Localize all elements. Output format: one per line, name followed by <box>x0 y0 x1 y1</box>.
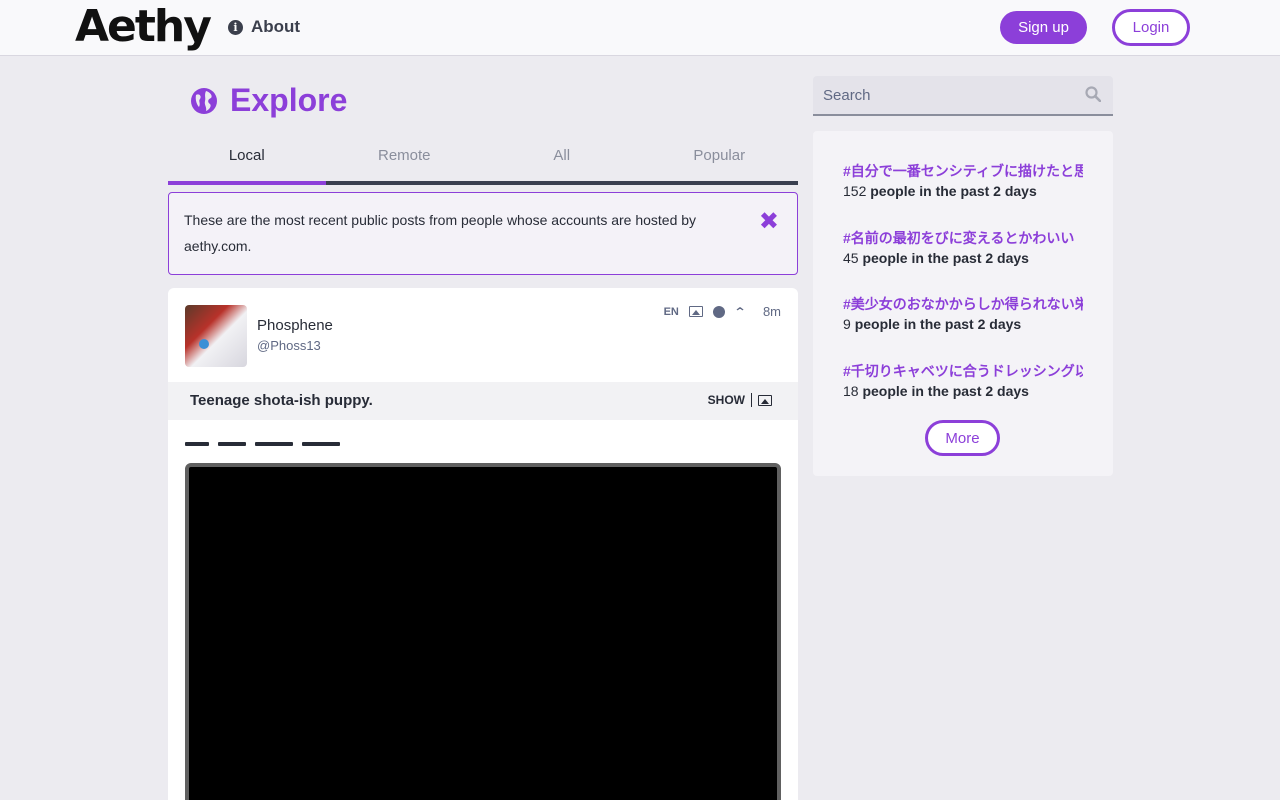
trend-hashtag[interactable]: #自分で一番センシティブに描けたと思う <box>843 161 1083 181</box>
tab-all[interactable]: All <box>483 135 641 181</box>
page-title: Explore <box>230 82 348 118</box>
trend-item: #名前の最初をびに変えるとかわいい 45 people in the past … <box>843 228 1083 266</box>
more-button[interactable]: More <box>925 420 1000 456</box>
about-label: About <box>251 17 301 36</box>
globe-icon <box>191 87 217 114</box>
placeholder-bar <box>185 442 209 446</box>
trend-hashtag[interactable]: #千切りキャベツに合うドレッシング以外 <box>843 361 1083 381</box>
site-logo[interactable]: Aethy <box>75 3 212 51</box>
content-warning-text: Teenage shota-ish puppy. <box>190 392 373 409</box>
trend-count: 9 people in the past 2 days <box>843 316 1083 332</box>
placeholder-bar <box>255 442 293 446</box>
trend-count-number: 152 <box>843 183 867 199</box>
trend-count: 152 people in the past 2 days <box>843 183 1083 199</box>
trend-item: #自分で一番センシティブに描けたと思う 152 people in the pa… <box>843 161 1083 199</box>
image-icon <box>688 306 703 317</box>
info-icon: i <box>228 19 243 35</box>
image-icon <box>758 394 772 406</box>
trend-hashtag[interactable]: #名前の最初をびに変えるとかわいい <box>843 228 1083 248</box>
trend-count-number: 45 <box>843 250 859 266</box>
show-more-button[interactable]: SHOW <box>708 393 772 407</box>
author-name[interactable]: Phosphene <box>257 317 333 334</box>
search-icon[interactable] <box>1085 86 1101 102</box>
notice-text: These are the most recent public posts f… <box>184 212 697 254</box>
avatar[interactable] <box>185 305 247 367</box>
trend-count-suffix: people in the past 2 days <box>870 183 1037 199</box>
trending-hashtags: #自分で一番センシティブに描けたと思う 152 people in the pa… <box>813 131 1113 476</box>
top-bar: Aethy i About Sign up Login <box>0 0 1280 56</box>
trend-count-suffix: people in the past 2 days <box>862 250 1029 266</box>
post-time[interactable]: 8m <box>763 304 781 319</box>
trend-item: #美少女のおなかからしか得られない栄養 9 people in the past… <box>843 294 1083 332</box>
placeholder-bar <box>218 442 246 446</box>
login-button[interactable]: Login <box>1112 9 1190 46</box>
timeline-tabs: Local Remote All Popular <box>168 135 798 185</box>
public-globe-icon <box>712 305 725 318</box>
media-attachment[interactable] <box>185 463 781 800</box>
trend-count-number: 18 <box>843 383 859 399</box>
language-badge: EN <box>663 305 679 318</box>
divider <box>751 393 752 407</box>
tab-popular[interactable]: Popular <box>641 135 799 181</box>
close-icon[interactable]: ✖ <box>759 209 779 235</box>
trend-count-suffix: people in the past 2 days <box>854 316 1022 332</box>
trend-count: 18 people in the past 2 days <box>843 383 1083 399</box>
show-label: SHOW <box>707 393 745 407</box>
trend-count: 45 people in the past 2 days <box>843 250 1083 266</box>
trend-count-number: 9 <box>843 316 851 332</box>
explore-heading: Explore <box>190 82 347 119</box>
trend-count-suffix: people in the past 2 days <box>862 383 1029 399</box>
tab-local[interactable]: Local <box>168 135 326 185</box>
hidden-content-placeholder <box>185 442 340 446</box>
post-meta: EN ⌃ 8m <box>664 304 781 319</box>
author-handle[interactable]: @Phoss13 <box>257 338 321 353</box>
content-warning-bar: Teenage shota-ish puppy. SHOW <box>168 382 798 420</box>
status-post[interactable]: Phosphene @Phoss13 EN ⌃ 8m Teenage shota… <box>168 288 798 800</box>
search-input[interactable] <box>813 76 1073 114</box>
tab-remote[interactable]: Remote <box>326 135 484 181</box>
signup-button[interactable]: Sign up <box>1000 11 1087 44</box>
search-box <box>813 76 1113 116</box>
placeholder-bar <box>302 442 340 446</box>
timeline-notice: These are the most recent public posts f… <box>168 192 798 275</box>
trend-hashtag[interactable]: #美少女のおなかからしか得られない栄養 <box>843 294 1083 314</box>
about-link[interactable]: i About <box>228 17 300 37</box>
boost-icon: ⌃ <box>733 304 747 319</box>
trend-item: #千切りキャベツに合うドレッシング以外 18 people in the pas… <box>843 361 1083 399</box>
